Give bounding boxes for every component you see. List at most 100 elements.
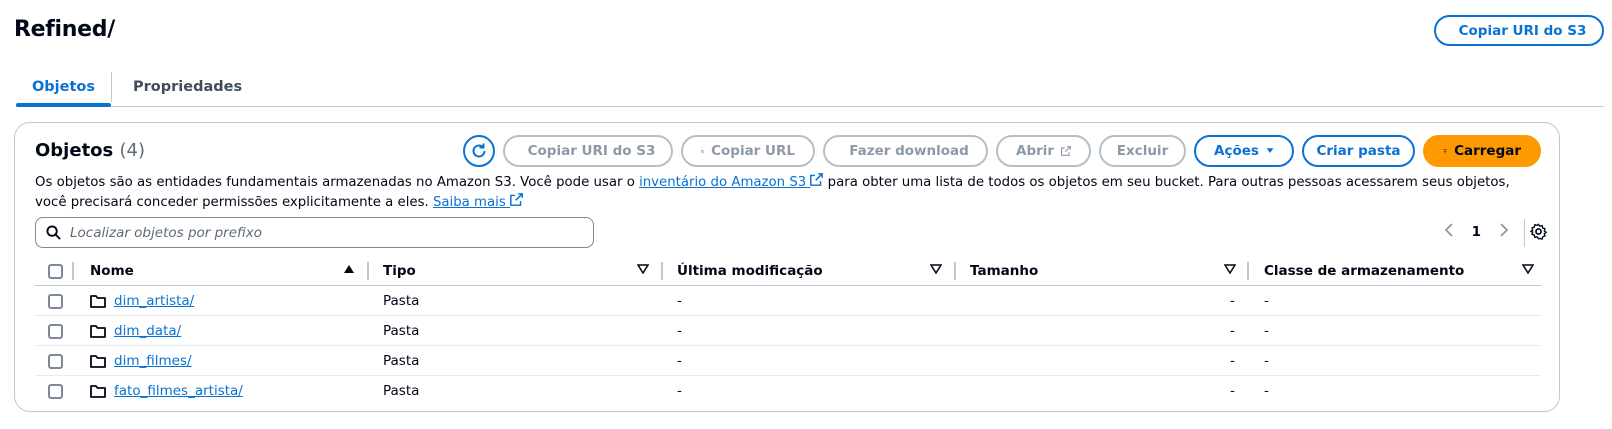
storage-class-cell: -: [1264, 353, 1269, 369]
modified-cell: -: [677, 383, 682, 399]
create-folder-button[interactable]: Criar pasta: [1302, 135, 1415, 167]
refresh-button[interactable]: [463, 135, 495, 167]
learn-more-link[interactable]: Saiba mais: [432, 193, 523, 210]
folder-link[interactable]: dim_artista/: [114, 293, 194, 309]
storage-class-cell: -: [1264, 323, 1269, 339]
size-cell: -: [1230, 293, 1235, 309]
copy-url-label: Copiar URL: [711, 143, 795, 159]
modified-cell: -: [677, 323, 682, 339]
size-cell: -: [1230, 353, 1235, 369]
row-checkbox[interactable]: [48, 323, 63, 339]
inventory-link-label: inventário do Amazon S3: [639, 175, 807, 190]
tab-properties[interactable]: Propriedades: [133, 68, 242, 106]
table-row[interactable]: dim_artista/ Pasta - - -: [35, 286, 1541, 316]
type-cell: Pasta: [383, 323, 420, 339]
column-divider[interactable]: [954, 262, 956, 280]
row-select-cell: [48, 346, 63, 376]
column-header-type[interactable]: Tipo: [383, 256, 416, 286]
name-cell: fato_filmes_artista/: [90, 376, 243, 406]
copy-s3-uri-button[interactable]: Copiar URI do S3: [503, 135, 673, 167]
copy-s3-uri-header-button[interactable]: Copiar URI do S3: [1434, 15, 1604, 46]
chevron-left-icon[interactable]: [1444, 223, 1454, 241]
table-header-row: Nome Tipo Última modificação Tamanho Cla…: [35, 256, 1541, 286]
refresh-icon: [472, 143, 486, 158]
select-all-checkbox[interactable]: [48, 263, 63, 279]
pagination-divider: [1524, 219, 1525, 247]
open-button[interactable]: Abrir: [996, 135, 1091, 167]
row-select-cell: [48, 286, 63, 316]
tab-bar: Objetos Propriedades: [16, 68, 1604, 107]
column-divider[interactable]: [1247, 262, 1249, 280]
learn-more-label: Saiba mais: [432, 195, 506, 210]
modified-cell: -: [677, 353, 682, 369]
objects-count: (4): [119, 140, 146, 161]
folder-link[interactable]: dim_data/: [114, 323, 181, 339]
caret-down-icon: [1266, 148, 1274, 154]
chevron-right-icon[interactable]: [1499, 223, 1509, 241]
table-row[interactable]: fato_filmes_artista/ Pasta - - -: [35, 376, 1541, 406]
open-label: Abrir: [1016, 143, 1055, 159]
column-header-modified[interactable]: Última modificação: [677, 256, 823, 286]
type-cell: Pasta: [383, 353, 420, 369]
copy-icon: [701, 149, 705, 153]
row-checkbox[interactable]: [48, 293, 63, 309]
sort-icon[interactable]: [637, 264, 649, 274]
size-cell: -: [1230, 323, 1235, 339]
upload-label: Carregar: [1454, 143, 1521, 159]
folder-link[interactable]: fato_filmes_artista/: [114, 383, 243, 399]
column-divider[interactable]: [661, 262, 663, 280]
row-select-cell: [48, 316, 63, 346]
search-field[interactable]: [35, 217, 594, 248]
name-cell: dim_filmes/: [90, 346, 192, 376]
sort-ascending-icon[interactable]: [343, 264, 355, 274]
objects-toolbar: Copiar URI do S3 Copiar URL Fazer downlo…: [463, 135, 1541, 167]
pagination: 1: [1444, 223, 1509, 241]
row-checkbox[interactable]: [48, 353, 63, 369]
actions-dropdown[interactable]: Ações: [1194, 135, 1294, 167]
folder-icon: [90, 384, 106, 398]
table-row[interactable]: dim_filmes/ Pasta - - -: [35, 346, 1541, 376]
copy-s3-uri-label: Copiar URI do S3: [527, 143, 656, 159]
settings-icon[interactable]: [1530, 223, 1547, 244]
sort-icon[interactable]: [1224, 264, 1236, 274]
tab-objects[interactable]: Objetos: [16, 68, 111, 107]
sort-icon[interactable]: [1522, 264, 1534, 274]
folder-link[interactable]: dim_filmes/: [114, 353, 192, 369]
type-cell: Pasta: [383, 383, 420, 399]
delete-label: Excluir: [1116, 143, 1169, 159]
page-title: Refined/: [14, 17, 115, 42]
upload-icon: [1443, 148, 1447, 153]
delete-button[interactable]: Excluir: [1099, 135, 1186, 167]
objects-description: Os objetos são as entidades fundamentais…: [35, 173, 1545, 213]
name-cell: dim_artista/: [90, 286, 194, 316]
storage-class-cell: -: [1264, 383, 1269, 399]
column-header-size[interactable]: Tamanho: [970, 256, 1038, 286]
inventory-link[interactable]: inventário do Amazon S3: [639, 173, 824, 190]
upload-button[interactable]: Carregar: [1423, 135, 1541, 167]
column-divider: [72, 262, 74, 280]
column-divider[interactable]: [367, 262, 369, 280]
tab-divider: [111, 72, 112, 102]
folder-icon: [90, 354, 106, 368]
column-header-storage-class[interactable]: Classe de armazenamento: [1264, 256, 1464, 286]
copy-s3-uri-header-label: Copiar URI do S3: [1458, 22, 1587, 39]
create-folder-label: Criar pasta: [1316, 143, 1401, 159]
external-link-icon: [1061, 146, 1071, 156]
current-page[interactable]: 1: [1472, 224, 1481, 240]
external-link-icon: [810, 173, 824, 186]
objects-table: Nome Tipo Última modificação Tamanho Cla…: [35, 256, 1541, 406]
objects-title-text: Objetos: [35, 140, 114, 161]
select-all-cell: [48, 256, 63, 286]
objects-panel: Objetos (4) Copiar URI do S3 Copiar URL …: [14, 122, 1560, 412]
sort-icon[interactable]: [930, 264, 942, 274]
column-header-name[interactable]: Nome: [90, 256, 134, 286]
table-row[interactable]: dim_data/ Pasta - - -: [35, 316, 1541, 346]
row-checkbox[interactable]: [48, 383, 63, 399]
copy-url-button[interactable]: Copiar URL: [681, 135, 815, 167]
search-icon: [46, 225, 61, 240]
download-button[interactable]: Fazer download: [823, 135, 988, 167]
folder-icon: [90, 294, 106, 308]
type-cell: Pasta: [383, 293, 420, 309]
actions-label: Ações: [1214, 143, 1259, 159]
search-input[interactable]: [70, 224, 570, 241]
